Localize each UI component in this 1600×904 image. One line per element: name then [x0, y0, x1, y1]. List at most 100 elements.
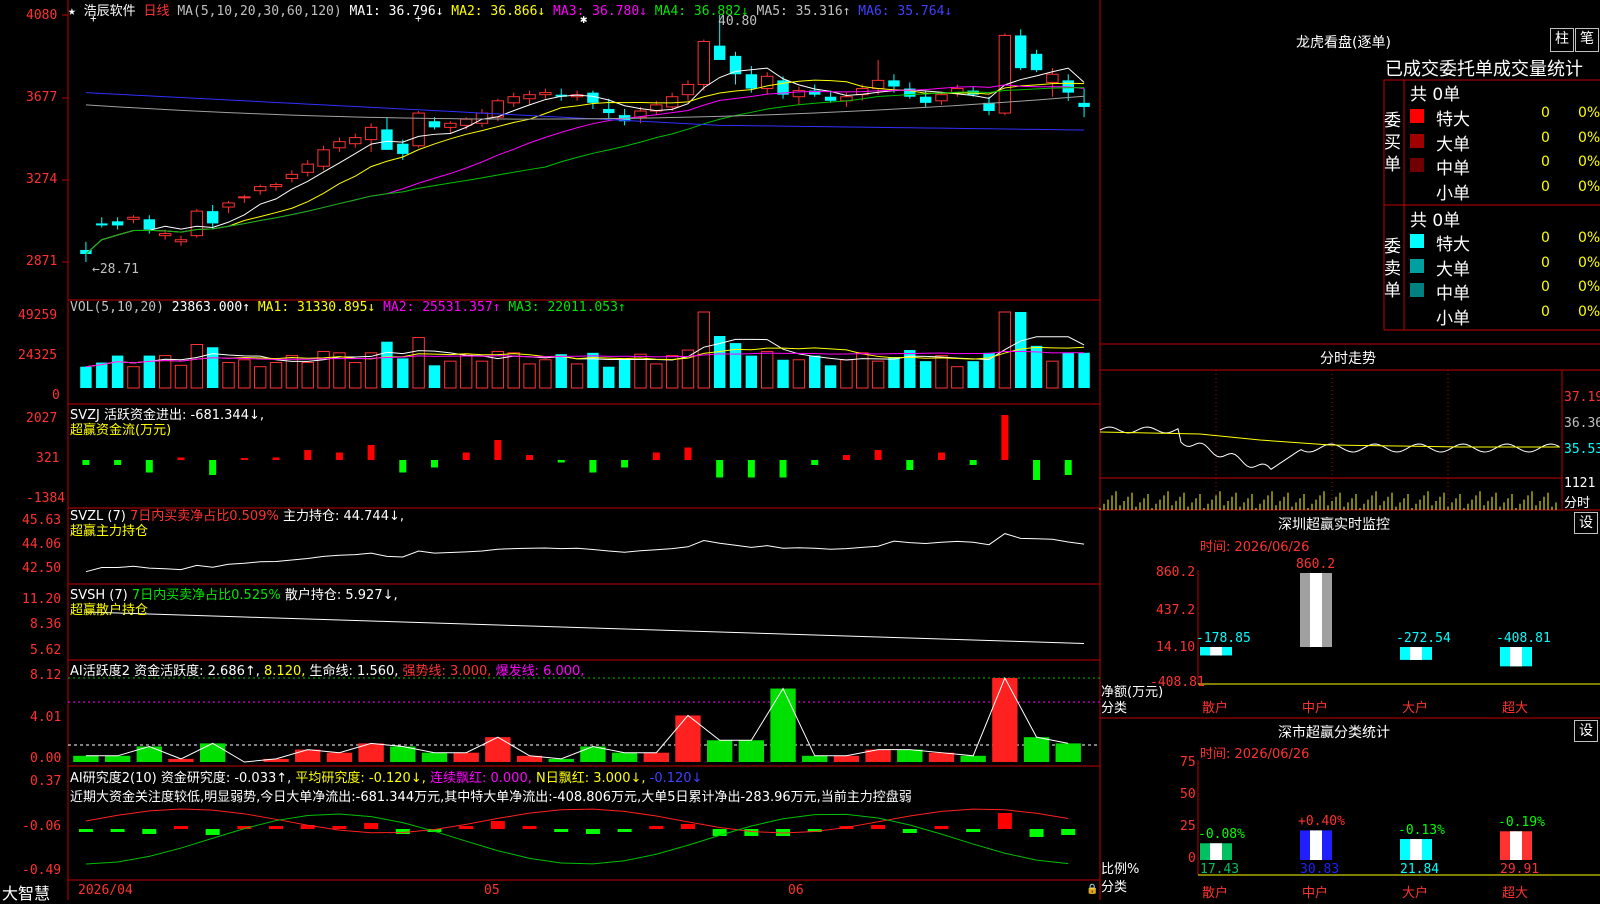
- ai-research-bar: [934, 826, 949, 829]
- candle: [760, 72, 774, 95]
- order-volume: 0: [1541, 303, 1550, 320]
- order-volume: 0: [1541, 105, 1550, 121]
- ai-research-bar: [554, 829, 569, 832]
- info-mine-icon[interactable]: ✱: [580, 12, 587, 26]
- candle: [222, 200, 235, 214]
- event-marker-icon[interactable]: +: [90, 12, 97, 25]
- svsh-line: [85, 611, 1085, 644]
- svzj-bar: [811, 460, 819, 465]
- svzj-axis-label: 2027: [26, 411, 58, 426]
- candle: [80, 241, 92, 262]
- order-row: 中单 0 0%: [1408, 154, 1600, 179]
- candle: [285, 170, 299, 183]
- candle: [729, 51, 742, 85]
- sz-bar-shine: [1410, 647, 1422, 660]
- svzl-axis-label: 45.63: [22, 513, 62, 528]
- sz-axis-label: 14.10: [1156, 640, 1196, 655]
- volume-series: [80, 311, 1090, 389]
- candle: [412, 111, 425, 148]
- volume-bar: [222, 362, 235, 389]
- lock-icon[interactable]: 🔒: [1086, 884, 1098, 895]
- sz-settings-button[interactable]: 设: [1574, 512, 1598, 534]
- volume-bar: [190, 343, 204, 389]
- main-chart-canvas[interactable]: [0, 0, 1600, 900]
- ai-active-strong: 强势线: 3.000,: [402, 664, 492, 679]
- ai-active-bar: [199, 743, 226, 762]
- order-volume: 0: [1541, 279, 1550, 295]
- order-color-swatch: [1410, 308, 1424, 322]
- sz-bar-group: [1500, 647, 1532, 667]
- sz-category: 超大: [1502, 701, 1529, 716]
- svzj-sub: 超赢资金流(万元): [70, 423, 172, 438]
- candle: [301, 160, 314, 177]
- order-color-swatch: [1410, 283, 1424, 297]
- volume-bar: [491, 350, 505, 389]
- ai-active-bar: [611, 752, 638, 762]
- bar-view-button[interactable]: 柱: [1550, 28, 1574, 52]
- sc-value: 21.84: [1400, 862, 1440, 877]
- svzj-bar: [82, 460, 90, 465]
- candle-body: [1014, 35, 1027, 69]
- ai-research-summary: 近期大资金关注度较低,明显弱势,今日大单净流出:-681.344万元,其中特大单…: [70, 790, 912, 805]
- candle: [983, 96, 995, 116]
- candle: [951, 84, 964, 97]
- candle-body: [871, 79, 885, 90]
- price-axis-label: 4080: [26, 8, 58, 23]
- candle-body: [127, 216, 140, 220]
- candle-body: [428, 121, 441, 128]
- order-percent: 0%: [1578, 154, 1600, 170]
- svzj-axis-label: 321: [36, 451, 60, 466]
- sz-axis-label: 437.2: [1156, 603, 1196, 618]
- svzj-bar: [684, 447, 692, 460]
- volume-bar: [475, 360, 489, 389]
- sc-bar-group: [1200, 843, 1232, 860]
- svzj-bar: [842, 455, 850, 460]
- sz-bar-shine: [1310, 573, 1322, 647]
- period-label[interactable]: 日线: [144, 4, 170, 19]
- svzj-bar: [145, 460, 153, 473]
- ai-research-avg: 平均研究度: -0.120↓,: [295, 771, 426, 786]
- svzj-bar: [430, 460, 438, 468]
- ai-research-bar: [78, 829, 93, 832]
- svzl-sub: 超赢主力持仓: [70, 524, 149, 539]
- order-percent: 0%: [1578, 254, 1600, 271]
- ai-active-bar: [453, 752, 479, 762]
- candle-body: [285, 173, 299, 179]
- order-color-swatch: [1410, 133, 1424, 148]
- candle: [681, 80, 695, 101]
- vol-ma1: MA1: 31330.895↓: [257, 300, 376, 315]
- volume-bar: [428, 365, 441, 388]
- sc-bar-group: [1400, 839, 1432, 860]
- order-color-swatch: [1410, 258, 1424, 273]
- event-marker-icon[interactable]: +: [415, 12, 422, 25]
- buy-side-label: 委买单: [1384, 111, 1401, 175]
- candle: [317, 145, 330, 171]
- ai-research-bar: [585, 829, 600, 834]
- candle-body: [697, 41, 711, 85]
- favorite-star-icon[interactable]: ★: [68, 4, 76, 19]
- intraday-axis-label: 36.36: [1564, 416, 1600, 431]
- sz-bar-value: -408.81: [1496, 631, 1551, 646]
- ma5-line: [85, 67, 1085, 255]
- ai-active-axis-label: 0.00: [30, 751, 62, 766]
- ai-active-bar: [73, 755, 99, 762]
- candle: [1078, 88, 1090, 118]
- vol-ma5-line: [85, 336, 1085, 368]
- svzj-bar: [177, 457, 185, 460]
- date-label: 05: [484, 883, 500, 898]
- svsh-ratio: 7日内买卖净占比0.525%: [131, 588, 281, 603]
- order-volume: 0: [1541, 254, 1550, 271]
- tick-view-button[interactable]: 笔: [1575, 28, 1599, 52]
- sz-bar-value: -272.54: [1396, 631, 1451, 646]
- svzj-bar: [304, 450, 312, 460]
- candle-body: [1030, 53, 1043, 71]
- buy-count: 共 0单: [1410, 85, 1461, 105]
- candle-body: [1046, 73, 1059, 83]
- candle-body: [745, 74, 758, 89]
- sc-settings-button[interactable]: 设: [1574, 720, 1598, 742]
- candle-body: [222, 202, 235, 208]
- ai-active-life: 生命线: 1.560,: [309, 664, 399, 679]
- sc-bar-shine: [1310, 830, 1322, 860]
- sz-bar-shine: [1210, 647, 1222, 656]
- ai-active-header: AI活跃度2 资金活跃度: 2.686↑, 8.120, 生命线: 1.560,…: [70, 660, 584, 679]
